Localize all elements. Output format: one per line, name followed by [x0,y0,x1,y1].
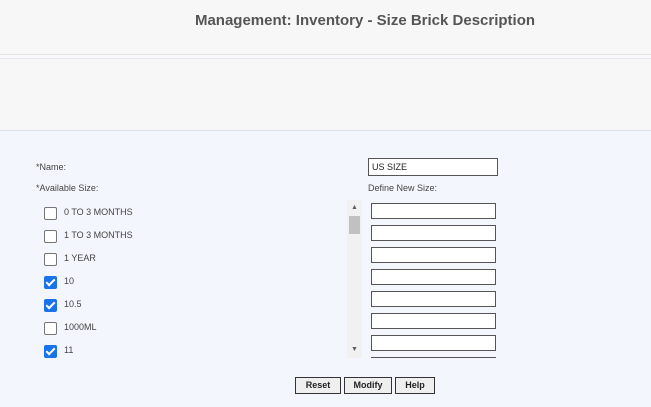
scroll-up-arrow-icon[interactable]: ▲ [347,202,362,214]
page-title: Management: Inventory - Size Brick Descr… [194,12,536,29]
size-label: 11 [64,345,74,355]
size-checkbox[interactable] [44,322,57,335]
list-item[interactable]: 1000ML [36,319,336,337]
scroll-thumb[interactable] [349,216,360,234]
new-size-input[interactable] [371,313,496,329]
name-label: *Name: [36,162,67,172]
list-item[interactable]: 1 TO 3 MONTHS [36,227,336,245]
size-label: 0 TO 3 MONTHS [64,207,133,217]
new-size-input[interactable] [371,335,496,351]
size-label: 1 YEAR [64,253,96,263]
size-checkbox[interactable] [44,230,57,243]
list-item[interactable]: 10 [36,273,336,291]
size-label: 10 [64,276,75,286]
size-checkbox[interactable] [44,276,57,289]
size-checkbox[interactable] [44,253,57,266]
list-item[interactable]: 0 TO 3 MONTHS [36,204,336,222]
size-checkbox[interactable] [44,345,57,358]
name-input[interactable] [368,158,498,176]
page-header: Management: Inventory - Size Brick Descr… [0,0,651,55]
new-size-input[interactable] [371,291,496,307]
help-button[interactable]: Help [395,377,435,394]
define-new-size-label: Define New Size: [368,183,438,193]
list-item[interactable]: 11 [36,342,336,358]
scroll-down-arrow-icon[interactable]: ▼ [347,344,362,356]
list-item[interactable]: 1 YEAR [36,250,336,268]
toolbar-band [0,58,651,132]
size-checkbox[interactable] [44,299,57,312]
new-size-input[interactable] [371,203,496,219]
size-label: 10.5 [64,299,82,309]
new-size-input[interactable] [371,269,496,285]
size-list-scrollbar[interactable]: ▲ ▼ [347,200,362,358]
available-size-label: *Available Size: [36,183,99,193]
size-checkbox[interactable] [44,207,57,220]
reset-button[interactable]: Reset [295,377,341,394]
size-label: 1 TO 3 MONTHS [64,230,133,240]
available-size-list: 0 TO 3 MONTHS 1 TO 3 MONTHS 1 YEAR 10 10… [36,200,362,358]
new-size-input[interactable] [371,357,496,358]
modify-button[interactable]: Modify [344,377,392,394]
new-size-input[interactable] [371,247,496,263]
new-size-input[interactable] [371,225,496,241]
list-item[interactable]: 10.5 [36,296,336,314]
new-size-list [370,200,500,358]
size-label: 1000ML [64,322,97,332]
